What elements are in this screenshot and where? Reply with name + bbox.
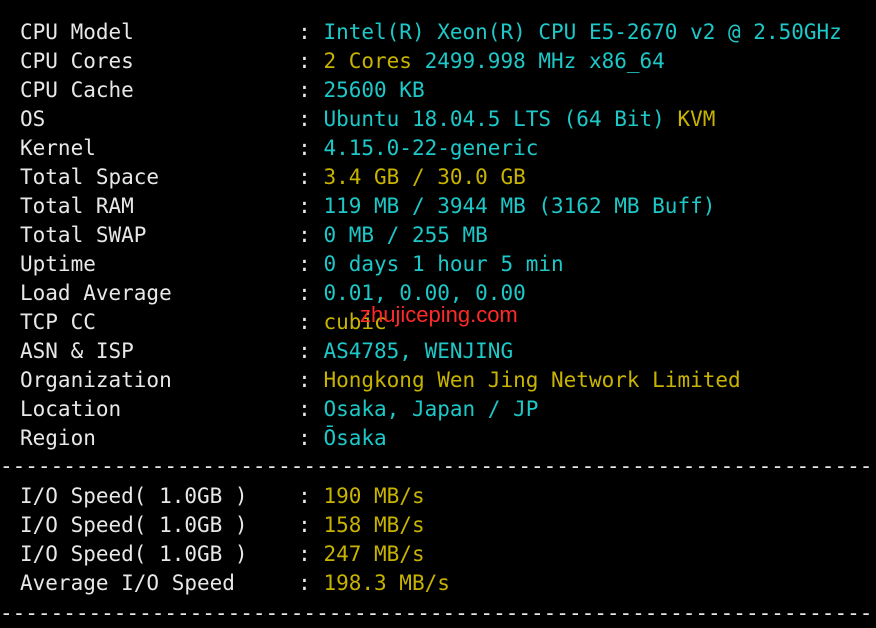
info-label: Average I/O Speed	[20, 571, 235, 595]
separator: :	[298, 339, 324, 363]
separator: :	[298, 107, 324, 131]
info-label: CPU Model	[20, 20, 134, 44]
info-row: Uptime: 0 days 1 hour 5 min	[20, 250, 842, 279]
info-label: Uptime	[20, 252, 96, 276]
info-row: Organization: Hongkong Wen Jing Network …	[20, 366, 842, 395]
separator: :	[298, 20, 324, 44]
separator: :	[298, 397, 324, 421]
info-label: Load Average	[20, 281, 172, 305]
info-row: CPU Cache: 25600 KB	[20, 76, 842, 105]
info-label: I/O Speed( 1.0GB )	[20, 513, 248, 537]
separator: :	[298, 165, 324, 189]
info-label: OS	[20, 107, 46, 131]
system-info: CPU Model: Intel(R) Xeon(R) CPU E5-2670 …	[20, 18, 842, 453]
separator: :	[298, 542, 324, 566]
divider-bottom: ----------------------------------------…	[0, 601, 876, 625]
info-label: Region	[20, 426, 96, 450]
separator: :	[298, 49, 324, 73]
info-value: 198.3 MB/s	[323, 571, 450, 595]
separator: :	[298, 368, 324, 392]
info-row: CPU Cores: 2 Cores 2499.998 MHz x86_64	[20, 47, 842, 76]
info-value: Intel(R) Xeon(R) CPU E5-2670 v2 @ 2.50GH…	[323, 20, 842, 44]
info-label: CPU Cache	[20, 78, 134, 102]
separator: :	[298, 194, 324, 218]
info-label: Total RAM	[20, 194, 134, 218]
info-label: ASN & ISP	[20, 339, 134, 363]
info-row: OS: Ubuntu 18.04.5 LTS (64 Bit) KVM	[20, 105, 842, 134]
info-value: Osaka, Japan / JP	[323, 397, 539, 421]
info-value: 247 MB/s	[323, 542, 425, 566]
separator: :	[298, 281, 324, 305]
info-value: 0 MB / 255 MB	[323, 223, 488, 247]
info-value: 119 MB / 3944 MB (3162 MB Buff)	[323, 194, 716, 218]
info-value: Ubuntu 18.04.5 LTS (64 Bit)	[323, 107, 678, 131]
separator: :	[298, 571, 324, 595]
separator: :	[298, 252, 324, 276]
info-value: 158 MB/s	[323, 513, 425, 537]
info-value: 190 MB/s	[323, 484, 425, 508]
info-row: Average I/O Speed: 198.3 MB/s	[20, 569, 842, 598]
info-value: KVM	[677, 107, 716, 131]
info-row: CPU Model: Intel(R) Xeon(R) CPU E5-2670 …	[20, 18, 842, 47]
separator: :	[298, 484, 324, 508]
io-speed-info: I/O Speed( 1.0GB ): 190 MB/s I/O Speed( 1…	[20, 482, 842, 598]
info-value: 2 Cores	[323, 49, 425, 73]
info-value: 0 days 1 hour 5 min	[323, 252, 564, 276]
info-value: Ōsaka	[323, 426, 387, 450]
info-label: I/O Speed( 1.0GB )	[20, 542, 248, 566]
separator: :	[298, 426, 324, 450]
info-row: Region: Ōsaka	[20, 424, 842, 453]
info-label: Total SWAP	[20, 223, 147, 247]
info-row: Total RAM: 119 MB / 3944 MB (3162 MB Buf…	[20, 192, 842, 221]
info-row: ASN & ISP: AS4785, WENJING	[20, 337, 842, 366]
info-value: 25600 KB	[323, 78, 425, 102]
info-label: Location	[20, 397, 122, 421]
info-label: TCP CC	[20, 310, 96, 334]
info-label: CPU Cores	[20, 49, 134, 73]
info-row: I/O Speed( 1.0GB ): 247 MB/s	[20, 540, 842, 569]
info-row: I/O Speed( 1.0GB ): 158 MB/s	[20, 511, 842, 540]
info-row: Total Space: 3.4 GB / 30.0 GB	[20, 163, 842, 192]
info-row: Total SWAP: 0 MB / 255 MB	[20, 221, 842, 250]
info-row: Location: Osaka, Japan / JP	[20, 395, 842, 424]
info-value: AS4785, WENJING	[323, 339, 514, 363]
separator: :	[298, 310, 324, 334]
info-value: 4.15.0-22-generic	[323, 136, 539, 160]
info-label: Total Space	[20, 165, 160, 189]
info-label: I/O Speed( 1.0GB )	[20, 484, 248, 508]
info-value: Hongkong Wen Jing Network Limited	[323, 368, 741, 392]
watermark: zhujiceping.com	[360, 302, 518, 327]
separator: :	[298, 136, 324, 160]
info-value: 2499.998 MHz x86_64	[424, 49, 665, 73]
separator: :	[298, 223, 324, 247]
info-row: I/O Speed( 1.0GB ): 190 MB/s	[20, 482, 842, 511]
info-row: Kernel: 4.15.0-22-generic	[20, 134, 842, 163]
info-value: 3.4 GB / 30.0 GB	[323, 165, 526, 189]
separator: :	[298, 78, 324, 102]
separator: :	[298, 513, 324, 537]
info-label: Organization	[20, 368, 172, 392]
info-label: Kernel	[20, 136, 96, 160]
